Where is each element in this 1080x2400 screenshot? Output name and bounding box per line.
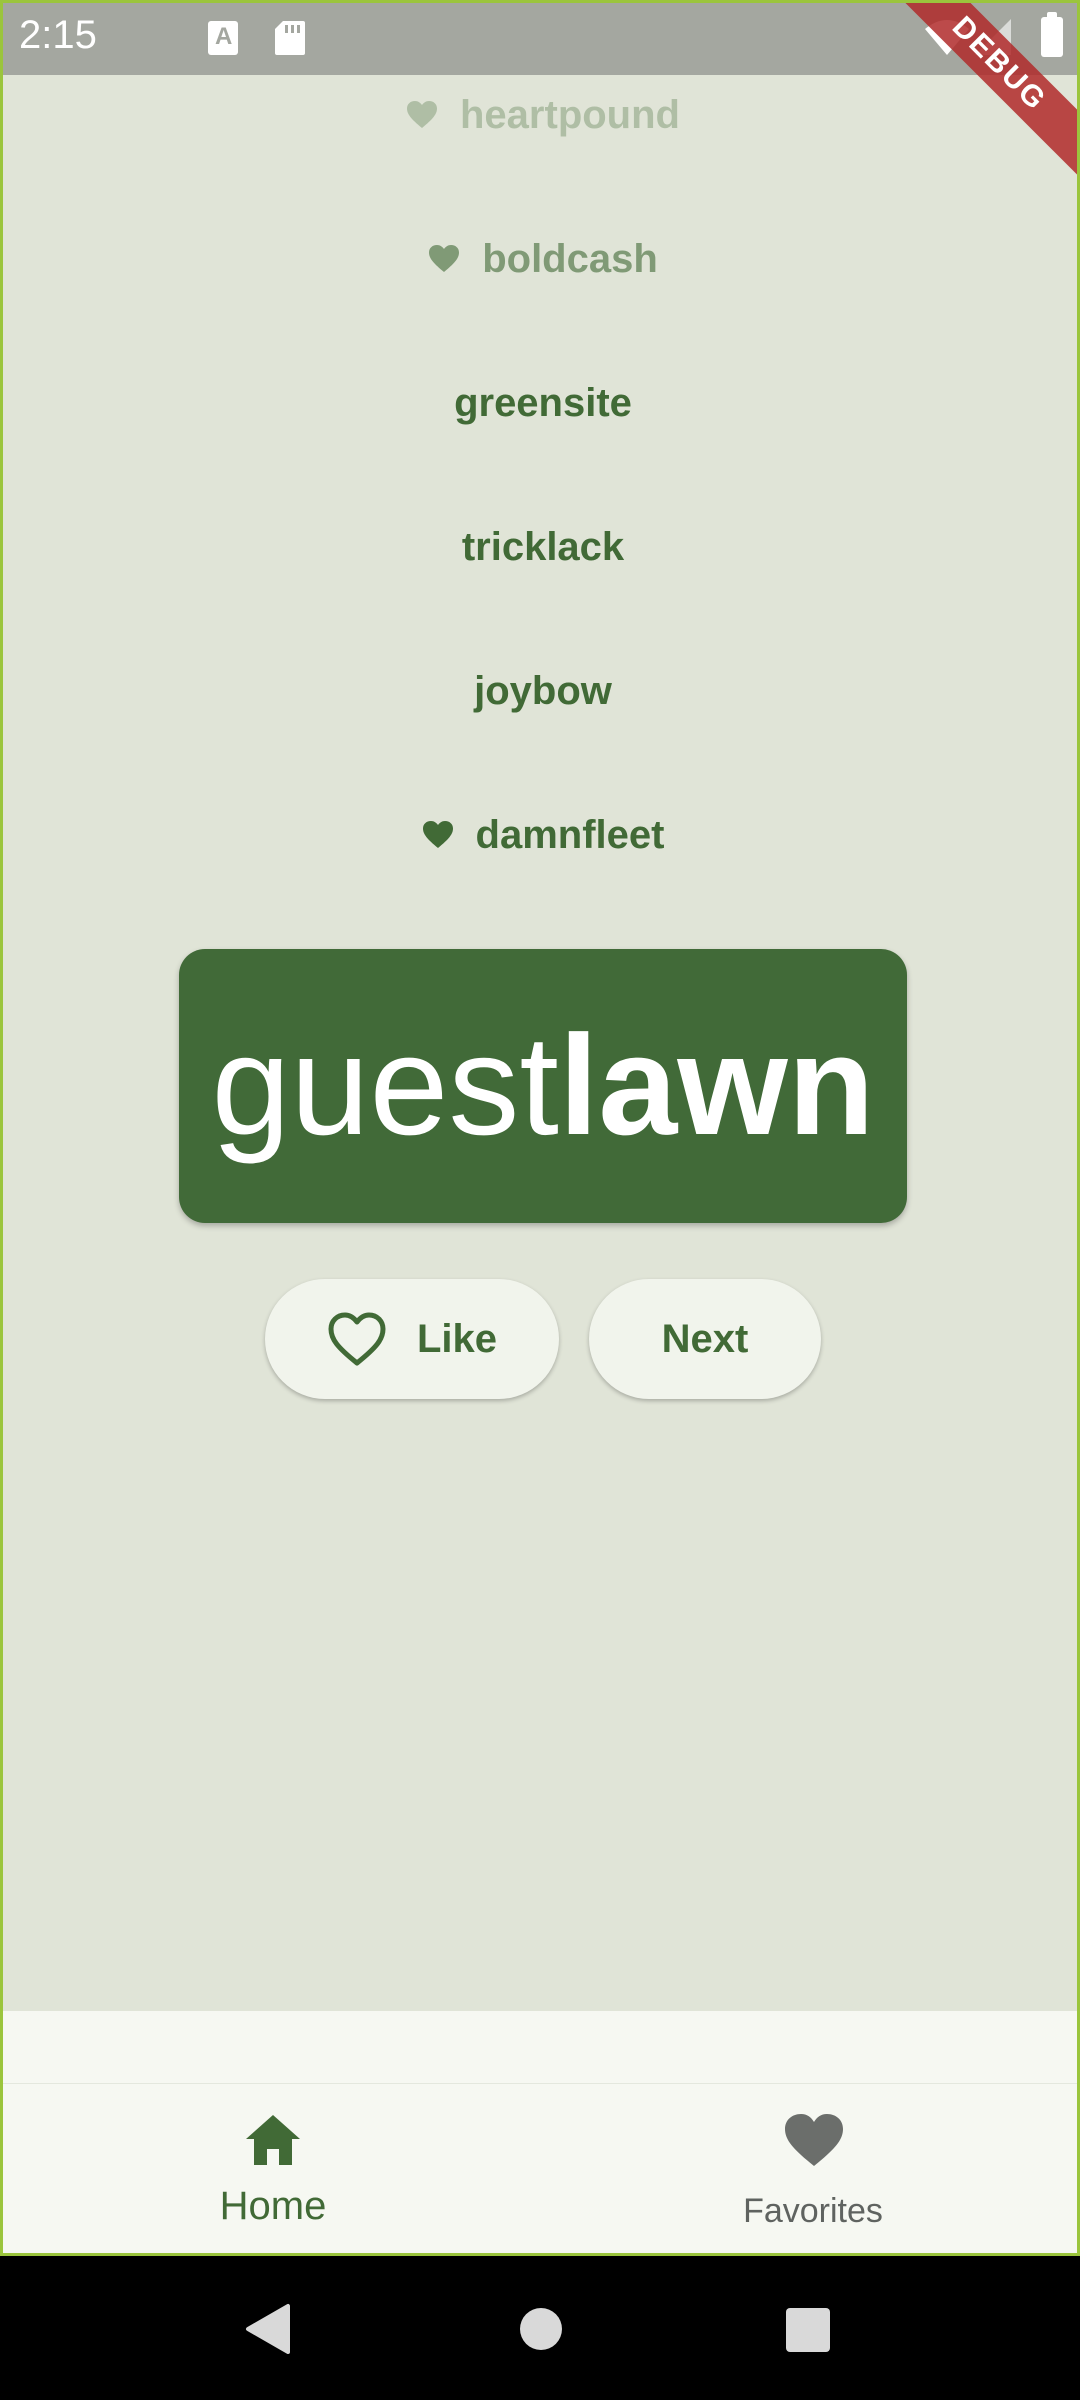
nav-item-home[interactable]: Home [3,2084,543,2253]
next-label: Next [661,1316,749,1361]
nav-top-strip [3,2011,1077,2083]
heart-outline-icon [328,1312,386,1366]
like-label: Like [416,1316,498,1361]
history-item[interactable]: damnfleet [3,795,1077,875]
home-circle-icon[interactable] [520,2308,562,2350]
word-pair-first: guest [211,1006,559,1165]
app-window: 2:15 A DEBUG heartpound boldcash greensi… [0,0,1080,2256]
history-word: damnfleet [475,812,665,857]
history-word: boldcash [482,236,658,281]
like-button[interactable]: Like [265,1279,559,1399]
sd-card-icon [275,21,305,55]
nav-home-label: Home [219,2184,327,2228]
history-word: greensite [454,380,632,425]
history-word: heartpound [460,92,680,137]
bottom-navigation: Home Favorites [3,2083,1077,2253]
nav-item-favorites[interactable]: Favorites [543,2084,1077,2253]
favorite-heart-icon [428,243,460,275]
history-item[interactable]: joybow [3,651,1077,731]
home-icon [246,2115,300,2165]
history-word: joybow [474,668,612,713]
favorite-heart-icon [406,99,438,131]
history-item[interactable]: greensite [3,363,1077,443]
recents-square-icon[interactable] [786,2308,830,2352]
keyboard-notification-icon: A [208,21,238,55]
back-icon[interactable] [244,2302,292,2356]
battery-icon [1041,12,1063,57]
nav-favorites-label: Favorites [743,2192,883,2230]
next-button[interactable]: Next [589,1279,821,1399]
system-navigation-bar [0,2256,1080,2400]
history-item[interactable]: tricklack [3,507,1077,587]
favorite-heart-icon [422,819,454,851]
word-pair-second: lawn [558,1006,875,1165]
status-time: 2:15 [19,13,97,57]
word-pair-card: guest lawn [179,949,907,1223]
history-item[interactable]: boldcash [3,219,1077,299]
history-item[interactable]: heartpound [3,75,1077,155]
history-word: tricklack [461,524,625,569]
heart-icon [785,2114,843,2166]
